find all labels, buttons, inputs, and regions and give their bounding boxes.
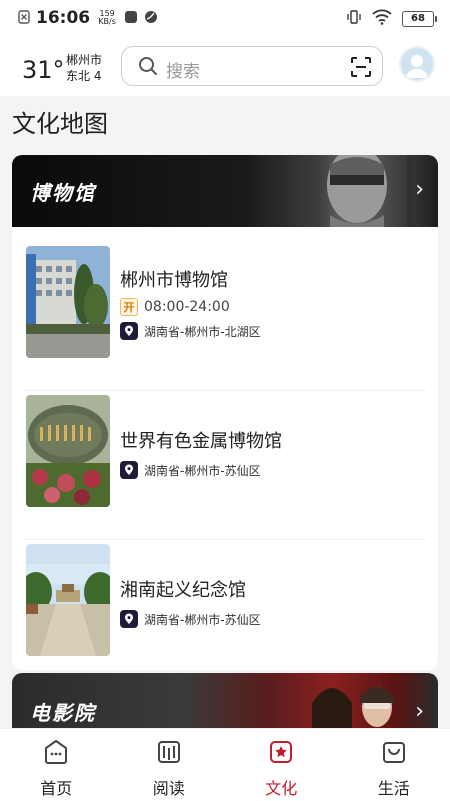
clock: 16:06 bbox=[36, 8, 90, 28]
opening-hours-text: 08:00-24:00 bbox=[144, 299, 230, 315]
city-name: 郴州市 bbox=[66, 52, 102, 68]
culture-icon bbox=[268, 739, 294, 769]
vibrate-icon bbox=[346, 9, 362, 29]
museum-name: 湘南起义纪念馆 bbox=[120, 576, 246, 602]
nav-label-life: 生活 bbox=[378, 775, 410, 799]
app-notification-icon bbox=[124, 9, 138, 28]
search-placeholder: 搜索 bbox=[166, 57, 200, 82]
nav-item-read[interactable]: 阅读 bbox=[113, 729, 226, 801]
chevron-right-icon: › bbox=[415, 699, 424, 724]
weather-info[interactable]: 郴州市 东北 4 bbox=[66, 52, 102, 84]
nav-label-home: 首页 bbox=[40, 775, 72, 799]
museum-name: 世界有色金属博物馆 bbox=[120, 427, 282, 453]
home-icon bbox=[43, 739, 69, 769]
nav-item-culture[interactable]: 文化 bbox=[225, 729, 338, 801]
notification-close-icon bbox=[18, 9, 30, 28]
museum-thumbnail bbox=[26, 395, 110, 507]
cinema-banner[interactable]: 电影院 › bbox=[12, 673, 438, 733]
nav-item-life[interactable]: 生活 bbox=[338, 729, 450, 801]
network-speed-unit: KB/s bbox=[98, 17, 116, 26]
address-text: 湖南省-郴州市-苏仙区 bbox=[144, 611, 261, 628]
address: 湖南省-郴州市-苏仙区 bbox=[120, 461, 261, 479]
header: 31° 郴州市 东北 4 搜索 bbox=[0, 36, 450, 96]
chevron-right-icon: › bbox=[415, 177, 424, 202]
list-item[interactable]: 湘南起义纪念馆 湖南省-郴州市-苏仙区 bbox=[24, 540, 426, 670]
avatar[interactable] bbox=[399, 46, 435, 82]
address-text: 湖南省-郴州市-北湖区 bbox=[144, 323, 261, 340]
nav-label-culture: 文化 bbox=[265, 775, 297, 799]
nav-label-read: 阅读 bbox=[153, 775, 185, 799]
list-item[interactable]: 郴州市博物馆 开 08:00-24:00 湖南省-郴州市-北湖区 bbox=[24, 242, 426, 391]
address: 湖南省-郴州市-北湖区 bbox=[120, 322, 261, 340]
museum-name: 郴州市博物馆 bbox=[120, 266, 228, 292]
location-pin-icon bbox=[120, 610, 138, 628]
open-status-badge: 开 bbox=[120, 298, 138, 316]
temperature[interactable]: 31° bbox=[22, 56, 65, 84]
list-item[interactable]: 世界有色金属博物馆 湖南省-郴州市-苏仙区 bbox=[24, 391, 426, 540]
network-speed: 159 KB/s bbox=[96, 10, 118, 26]
museum-thumbnail bbox=[26, 246, 110, 358]
address: 湖南省-郴州市-苏仙区 bbox=[120, 610, 261, 628]
museum-list: 郴州市博物馆 开 08:00-24:00 湖南省-郴州市-北湖区 bbox=[24, 242, 426, 670]
wind-info: 东北 4 bbox=[66, 68, 102, 84]
nav-item-home[interactable]: 首页 bbox=[0, 729, 113, 801]
location-pin-icon bbox=[120, 322, 138, 340]
shopping-bag-icon bbox=[381, 739, 407, 769]
search-input[interactable]: 搜索 bbox=[121, 46, 383, 86]
museum-card: 博物馆 › bbox=[12, 155, 438, 670]
search-icon bbox=[138, 56, 158, 80]
page-title: 文化地图 bbox=[12, 104, 108, 139]
address-text: 湖南省-郴州市-苏仙区 bbox=[144, 462, 261, 479]
museum-banner[interactable]: 博物馆 › bbox=[12, 155, 438, 227]
battery-indicator: 68 bbox=[402, 11, 434, 27]
browser-notification-icon bbox=[144, 9, 158, 28]
location-pin-icon bbox=[120, 461, 138, 479]
museum-thumbnail bbox=[26, 544, 110, 656]
cinema-section-title: 电影院 bbox=[30, 697, 96, 726]
opening-hours: 开 08:00-24:00 bbox=[120, 298, 230, 316]
status-bar: 16:06 159 KB/s 68 bbox=[0, 0, 450, 36]
book-icon bbox=[156, 739, 182, 769]
wifi-icon bbox=[372, 9, 392, 29]
museum-section-title: 博物馆 bbox=[30, 177, 96, 206]
bottom-nav: 首页 阅读 文化 生活 bbox=[0, 728, 450, 801]
scan-icon[interactable] bbox=[350, 56, 372, 82]
